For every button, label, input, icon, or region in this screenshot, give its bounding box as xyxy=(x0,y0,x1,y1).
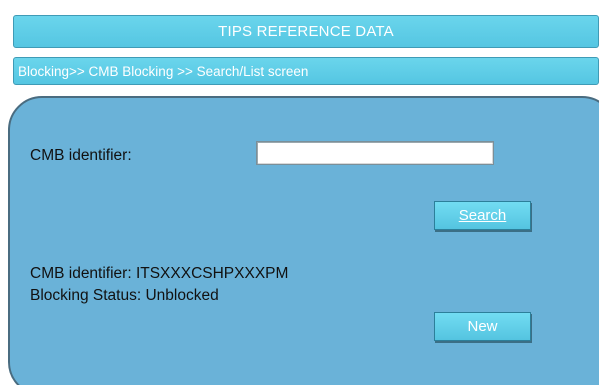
breadcrumb-text: Blocking>> CMB Blocking >> Search/List s… xyxy=(18,63,309,79)
result-cmb-identifier: CMB identifier: ITSXXXCSHPXXXPM xyxy=(30,265,289,282)
search-button[interactable]: Search xyxy=(434,201,531,230)
search-panel xyxy=(8,96,599,385)
page-title: TIPS REFERENCE DATA xyxy=(218,23,394,40)
cmb-identifier-input[interactable] xyxy=(256,141,494,165)
page-title-bar: TIPS REFERENCE DATA xyxy=(13,15,599,48)
result-blocking-status: Blocking Status: Unblocked xyxy=(30,287,219,304)
screen: TIPS REFERENCE DATA Blocking>> CMB Block… xyxy=(0,0,599,385)
search-button-label: Search xyxy=(458,207,507,224)
breadcrumb: Blocking>> CMB Blocking >> Search/List s… xyxy=(13,57,599,85)
new-button[interactable]: New xyxy=(434,312,531,341)
new-button-label: New xyxy=(467,318,498,335)
cmb-identifier-label: CMB identifier: xyxy=(30,147,132,164)
